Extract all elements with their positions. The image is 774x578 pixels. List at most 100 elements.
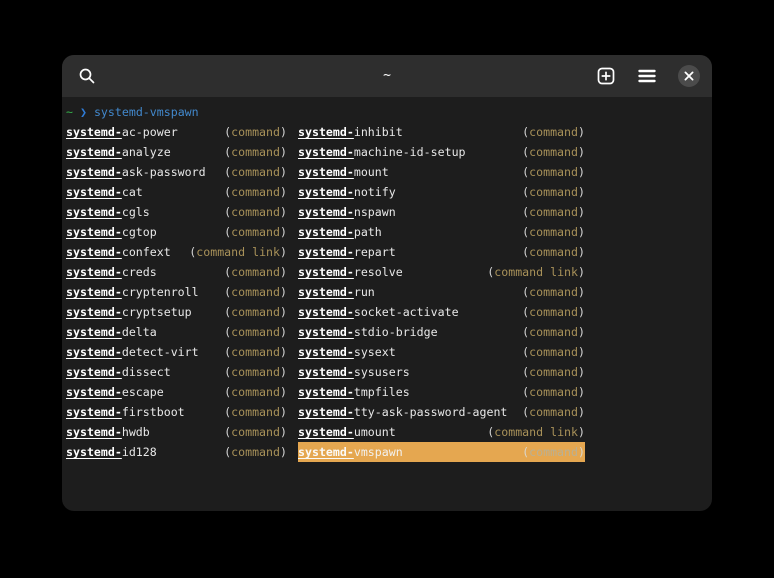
completion-name: systemd-nspawn [298, 202, 396, 222]
completion-entry: systemd-nspawn (command) [298, 202, 585, 222]
completion-entry: systemd-resolve (command link) [298, 262, 585, 282]
completion-name: systemd-creds [66, 262, 157, 282]
completion-menu: systemd-ac-power(command)systemd-analyze… [66, 122, 708, 462]
new-tab-icon [597, 67, 615, 85]
completion-entry: systemd-cgls(command) [66, 202, 287, 222]
completion-name: systemd-machine-id-setup [298, 142, 466, 162]
prompt-line: ~ ❯ systemd-vmspawn [66, 102, 708, 122]
completion-desc: (command link) [487, 422, 585, 442]
completion-column: systemd-ac-power(command)systemd-analyze… [66, 122, 287, 462]
completion-name: systemd-socket-activate [298, 302, 459, 322]
completion-desc: (command) [522, 222, 585, 242]
completion-desc: (command) [522, 442, 585, 462]
completion-desc: (command) [522, 322, 585, 342]
completion-entry: systemd-cat(command) [66, 182, 287, 202]
prompt-input: systemd-vmspawn [94, 105, 199, 119]
completion-name: systemd-cgls [66, 202, 150, 222]
completion-entry: systemd-path (command) [298, 222, 585, 242]
completion-name: systemd-sysext [298, 342, 396, 362]
completion-entry: systemd-run (command) [298, 282, 585, 302]
completion-desc: (command) [224, 422, 287, 442]
completion-desc: (command) [224, 182, 287, 202]
completion-desc: (command) [522, 302, 585, 322]
completion-entry: systemd-cgtop(command) [66, 222, 287, 242]
completion-name: systemd-tmpfiles [298, 382, 410, 402]
completion-entry: systemd-sysusers (command) [298, 362, 585, 382]
completion-desc: (command) [522, 142, 585, 162]
completion-name: systemd-cryptsetup [66, 302, 192, 322]
completion-desc: (command) [224, 262, 287, 282]
completion-entry: systemd-mount (command) [298, 162, 585, 182]
completion-desc: (command) [522, 162, 585, 182]
completion-entry: systemd-tty-ask-password-agent(command) [298, 402, 585, 422]
completion-name: systemd-escape [66, 382, 164, 402]
completion-entry: systemd-dissect(command) [66, 362, 287, 382]
completion-entry: systemd-hwdb (command) [66, 422, 287, 442]
completion-entry: systemd-firstboot (command) [66, 402, 287, 422]
completion-name: systemd-confext [66, 242, 171, 262]
completion-name: systemd-hwdb [66, 422, 150, 442]
completion-name: systemd-vmspawn [298, 442, 403, 462]
completion-name: systemd-ac-power [66, 122, 178, 142]
completion-name: systemd-sysusers [298, 362, 410, 382]
close-icon [684, 71, 694, 81]
completion-desc: (command) [224, 402, 287, 422]
completion-entry: systemd-confext (command link) [66, 242, 287, 262]
completion-entry: systemd-cryptenroll (command) [66, 282, 287, 302]
completion-desc: (command) [522, 282, 585, 302]
menu-icon [638, 69, 656, 83]
completion-entry: systemd-delta(command) [66, 322, 287, 342]
completion-desc: (command) [522, 402, 585, 422]
completion-name: systemd-analyze [66, 142, 171, 162]
completion-entry: systemd-stdio-bridge (command) [298, 322, 585, 342]
completion-desc: (command) [224, 322, 287, 342]
titlebar-controls [596, 55, 700, 97]
completion-desc: (command) [224, 162, 287, 182]
completion-name: systemd-ask-password [66, 162, 206, 182]
completion-name: systemd-detect-virt [66, 342, 199, 362]
completion-name: systemd-id128 [66, 442, 157, 462]
completion-name: systemd-path [298, 222, 382, 242]
completion-desc: (command) [522, 202, 585, 222]
completion-entry: systemd-sysext (command) [298, 342, 585, 362]
completion-desc: (command) [522, 122, 585, 142]
completion-entry: systemd-machine-id-setup (command) [298, 142, 585, 162]
terminal-screen[interactable]: ~ ❯ systemd-vmspawn systemd-ac-power (com… [62, 97, 712, 462]
completion-entry: systemd-escape(command) [66, 382, 287, 402]
prompt-cwd: ~ [66, 105, 73, 119]
completion-desc: (command) [224, 282, 287, 302]
completion-name: systemd-cryptenroll [66, 282, 199, 302]
completion-name: systemd-dissect [66, 362, 171, 382]
completion-desc: (command) [522, 242, 585, 262]
completion-entry: systemd-cryptsetup(command) [66, 302, 287, 322]
completion-entry: systemd-notify (command) [298, 182, 585, 202]
completion-name: systemd-notify [298, 182, 396, 202]
completion-desc: (command) [522, 182, 585, 202]
completion-desc: (command link) [487, 262, 585, 282]
new-tab-button[interactable] [596, 66, 616, 86]
completion-desc: (command) [522, 342, 585, 362]
completion-desc: (command) [522, 362, 585, 382]
completion-desc: (command link) [189, 242, 287, 262]
completion-entry: systemd-repart (command) [298, 242, 585, 262]
prompt-symbol: ❯ [80, 105, 87, 119]
completion-desc: (command) [224, 122, 287, 142]
completion-name: systemd-mount [298, 162, 389, 182]
menu-button[interactable] [637, 66, 657, 86]
completion-name: systemd-run [298, 282, 375, 302]
completion-name: systemd-firstboot [66, 402, 185, 422]
completion-entry: systemd-analyze(command) [66, 142, 287, 162]
terminal-window: ~ [62, 55, 712, 511]
completion-entry: systemd-socket-activate (command) [298, 302, 585, 322]
completion-desc: (command) [224, 342, 287, 362]
completion-entry: systemd-creds (command) [66, 262, 287, 282]
completion-desc: (command) [224, 222, 287, 242]
close-button[interactable] [678, 65, 700, 87]
completion-name: systemd-resolve [298, 262, 403, 282]
completion-name: systemd-stdio-bridge [298, 322, 438, 342]
completion-entry: systemd-umount(command link) [298, 422, 585, 442]
completion-column: systemd-inhibit(command)systemd-machine-… [298, 122, 585, 462]
completion-entry: systemd-id128(command) [66, 442, 287, 462]
completion-name: systemd-repart [298, 242, 396, 262]
titlebar[interactable]: ~ [62, 55, 712, 97]
